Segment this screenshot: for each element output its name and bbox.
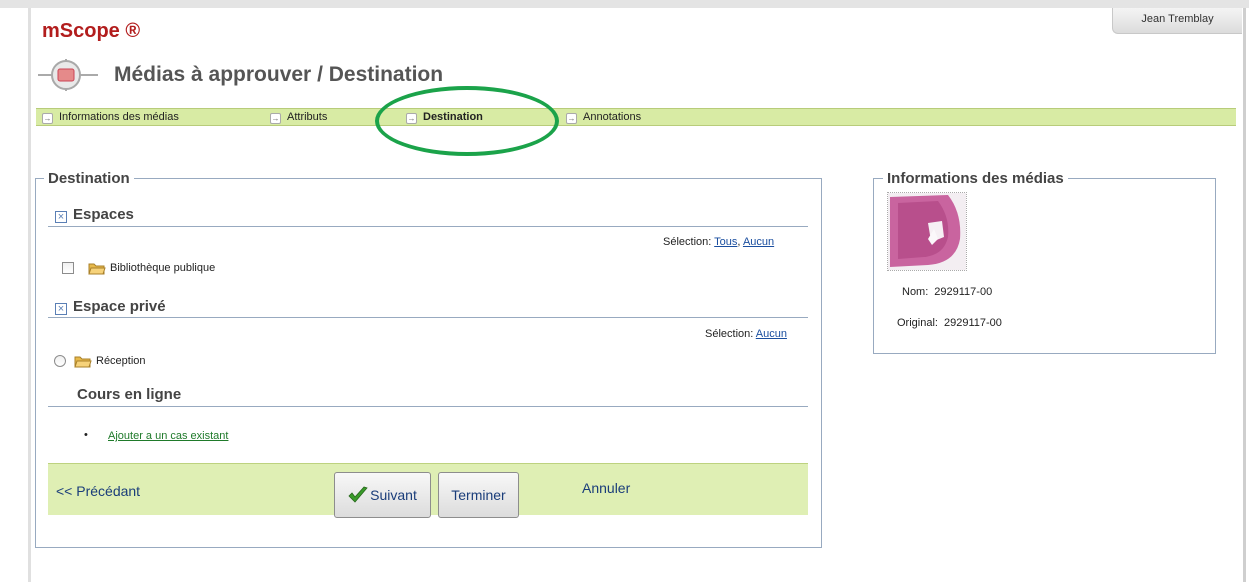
- tab-annotations[interactable]: → Annotations: [566, 110, 641, 125]
- next-button[interactable]: Suivant: [334, 472, 431, 518]
- original-value: 2929117-00: [943, 317, 1002, 329]
- media-original-row: Original: 2929117-00: [897, 317, 1002, 329]
- reception-radio[interactable]: [54, 355, 66, 367]
- cancel-link[interactable]: Annuler: [582, 480, 630, 496]
- name-value: 2929117-00: [934, 286, 993, 298]
- page-title: Médias à approuver / Destination: [114, 63, 444, 86]
- check-icon: [348, 486, 368, 503]
- finish-button[interactable]: Terminer: [438, 472, 519, 518]
- espaces-title: Espaces: [73, 206, 134, 223]
- tab-media-info[interactable]: → Informations des médias: [42, 110, 179, 125]
- prive-selection: Sélection: Aucun: [705, 328, 787, 340]
- arrow-right-icon: →: [270, 113, 281, 124]
- app-logo[interactable]: mScope ®: [42, 20, 140, 43]
- section-divider: [48, 317, 808, 318]
- section-divider: [48, 406, 808, 407]
- target-icon: [38, 59, 98, 91]
- user-name: Jean Tremblay: [1141, 13, 1214, 25]
- espace-prive-header[interactable]: × Espace privé: [55, 298, 166, 315]
- list-bullet: •: [84, 429, 88, 441]
- folder-icon: [88, 263, 106, 275]
- media-thumbnail[interactable]: [887, 192, 967, 271]
- folder-icon: [74, 356, 92, 368]
- collapse-icon[interactable]: ×: [55, 211, 67, 223]
- bibliotheque-checkbox[interactable]: [62, 262, 74, 274]
- window-top-edge: [0, 0, 1249, 8]
- previous-link[interactable]: << Précédant: [56, 483, 140, 499]
- wizard-tabbar: → Informations des médias → Attributs → Des…: [36, 108, 1236, 126]
- media-name-row: Nom: 2929117-00: [902, 286, 992, 298]
- finish-label: Terminer: [451, 487, 506, 503]
- next-label: Suivant: [370, 487, 417, 503]
- name-label: Nom:: [902, 286, 929, 298]
- original-label: Original:: [897, 317, 938, 329]
- espaces-selection: Sélection: Tous, Aucun: [663, 236, 774, 248]
- selection-label: Sélection:: [663, 236, 712, 248]
- espace-prive-title: Espace privé: [73, 298, 166, 315]
- espace-item-label: Bibliothèque publique: [110, 261, 216, 274]
- select-all-link[interactable]: Tous: [714, 236, 737, 248]
- arrow-right-icon: →: [566, 113, 577, 124]
- prive-item: Réception: [54, 354, 146, 368]
- prive-item-label: Réception: [96, 354, 146, 367]
- destination-legend: Destination: [44, 170, 134, 187]
- media-info-legend: Informations des médias: [883, 170, 1068, 187]
- window-right-edge: [1243, 8, 1246, 582]
- tab-label: Annotations: [583, 111, 642, 123]
- add-to-existing-case-link[interactable]: Ajouter a un cas existant: [108, 430, 228, 442]
- espaces-header[interactable]: × Espaces: [55, 206, 134, 223]
- tab-label: Informations des médias: [59, 111, 179, 123]
- tab-attributes[interactable]: → Attributs: [270, 110, 327, 125]
- espace-item: Bibliothèque publique: [62, 261, 215, 275]
- select-none-link[interactable]: Aucun: [743, 236, 774, 248]
- user-name-tab[interactable]: Jean Tremblay: [1112, 8, 1242, 34]
- tissue-slide-image: [888, 193, 966, 270]
- highlight-circle-annotation: [375, 86, 559, 156]
- tab-label: Attributs: [287, 111, 328, 123]
- separator: ,: [737, 236, 741, 248]
- cours-en-ligne-title: Cours en ligne: [77, 386, 182, 403]
- section-divider: [48, 226, 808, 227]
- select-none-link[interactable]: Aucun: [756, 328, 787, 340]
- arrow-right-icon: →: [42, 113, 53, 124]
- selection-label: Sélection:: [705, 328, 754, 340]
- collapse-icon[interactable]: ×: [55, 303, 67, 315]
